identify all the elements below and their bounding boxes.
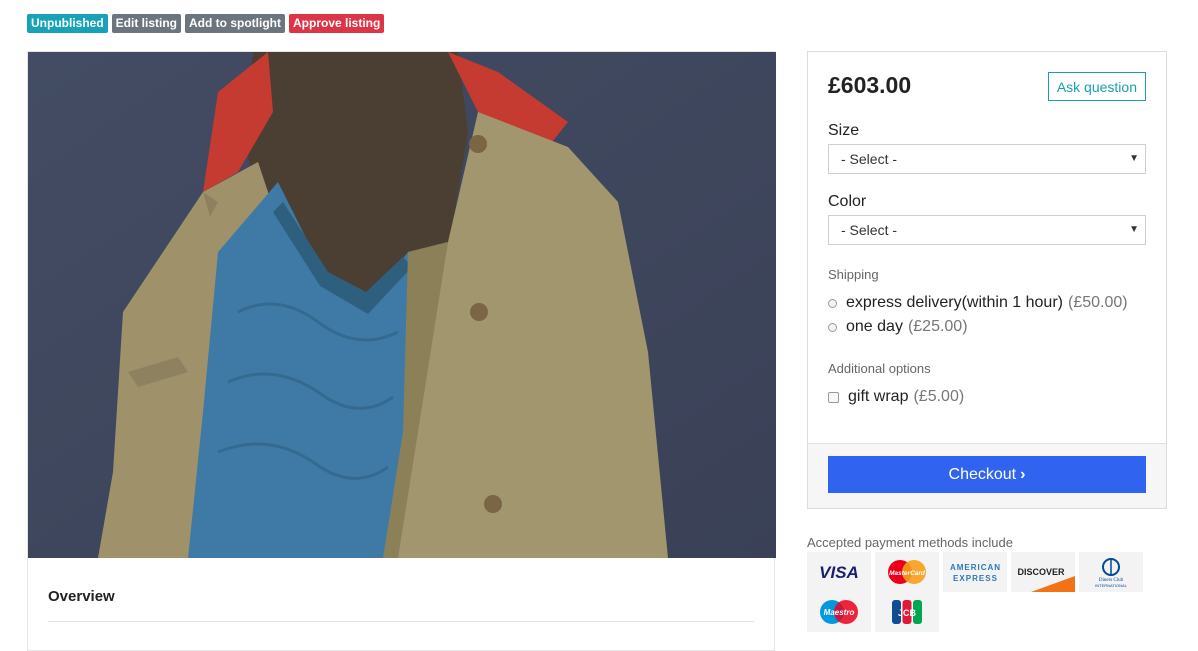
checkout-label: Checkout [948,466,1017,483]
shipping-option-label: express delivery(within 1 hour) [846,294,1063,311]
checkout-button[interactable]: Checkout › [828,456,1146,493]
overview-divider [48,621,754,622]
chevron-down-icon: ▼ [1129,224,1139,235]
discover-text: DISCOVER [1017,567,1065,577]
maestro-icon: Maestro [807,592,871,632]
unpublished-badge: Unpublished [27,14,108,33]
shipping-option-express[interactable]: express delivery(within 1 hour) (£50.00) [828,294,1128,312]
svg-text:AMERICAN: AMERICAN [950,563,1000,572]
chevron-down-icon: ▼ [1129,153,1139,164]
additional-option-price: (£5.00) [913,388,965,405]
size-label: Size [828,122,860,139]
radio-button[interactable] [828,298,837,308]
checkbox[interactable] [828,391,839,403]
chevron-right-icon: › [1020,466,1026,483]
mastercard-text: MasterCard [889,570,926,577]
payment-methods-label: Accepted payment methods include [807,535,1013,550]
additional-option-label: gift wrap [848,388,909,405]
product-photo[interactable] [28,52,776,558]
maestro-text: Maestro [824,608,855,617]
visa-icon: VISA [807,552,871,592]
diners-club-icon: Diners Club INTERNATIONAL [1079,552,1143,592]
discover-icon: DISCOVER [1011,552,1075,592]
add-to-spotlight-button[interactable]: Add to spotlight [185,14,285,33]
admin-badges: Unpublished Edit listing Add to spotligh… [27,14,385,33]
radio-button[interactable] [828,322,837,332]
edit-listing-button[interactable]: Edit listing [111,14,182,33]
color-select-value: - Select - [841,222,898,238]
color-label: Color [828,193,867,210]
overview-heading: Overview [48,588,115,605]
svg-text:INTERNATIONAL: INTERNATIONAL [1095,583,1127,588]
shipping-option-one-day[interactable]: one day (£25.00) [828,318,968,336]
checkout-footer: Checkout › [808,443,1166,508]
visa-text: VISA [819,563,859,582]
product-card: Overview [27,51,776,651]
shipping-option-label: one day [846,318,903,335]
ask-question-button[interactable]: Ask question [1047,72,1146,101]
amex-icon: AMERICAN EXPRESS [943,552,1007,592]
shipping-option-price: (£50.00) [1067,294,1128,311]
approve-listing-button[interactable]: Approve listing [289,14,385,33]
shipping-label: Shipping [828,267,879,282]
shipping-option-price: (£25.00) [907,318,968,335]
size-select[interactable]: - Select - ▼ [828,144,1146,174]
size-select-value: - Select - [841,151,898,167]
mastercard-icon: MasterCard [875,552,939,592]
purchase-card: £603.00 Ask question Size - Select - ▼ C… [807,51,1167,509]
coat-photo-icon [28,52,776,558]
color-select[interactable]: - Select - ▼ [828,215,1146,245]
gift-wrap-option[interactable]: gift wrap (£5.00) [828,388,964,406]
svg-text:EXPRESS: EXPRESS [953,574,998,583]
additional-options-label: Additional options [828,361,931,376]
price: £603.00 [828,72,912,98]
jcb-icon: JCB [875,592,939,632]
jcb-text: JCB [898,608,917,618]
